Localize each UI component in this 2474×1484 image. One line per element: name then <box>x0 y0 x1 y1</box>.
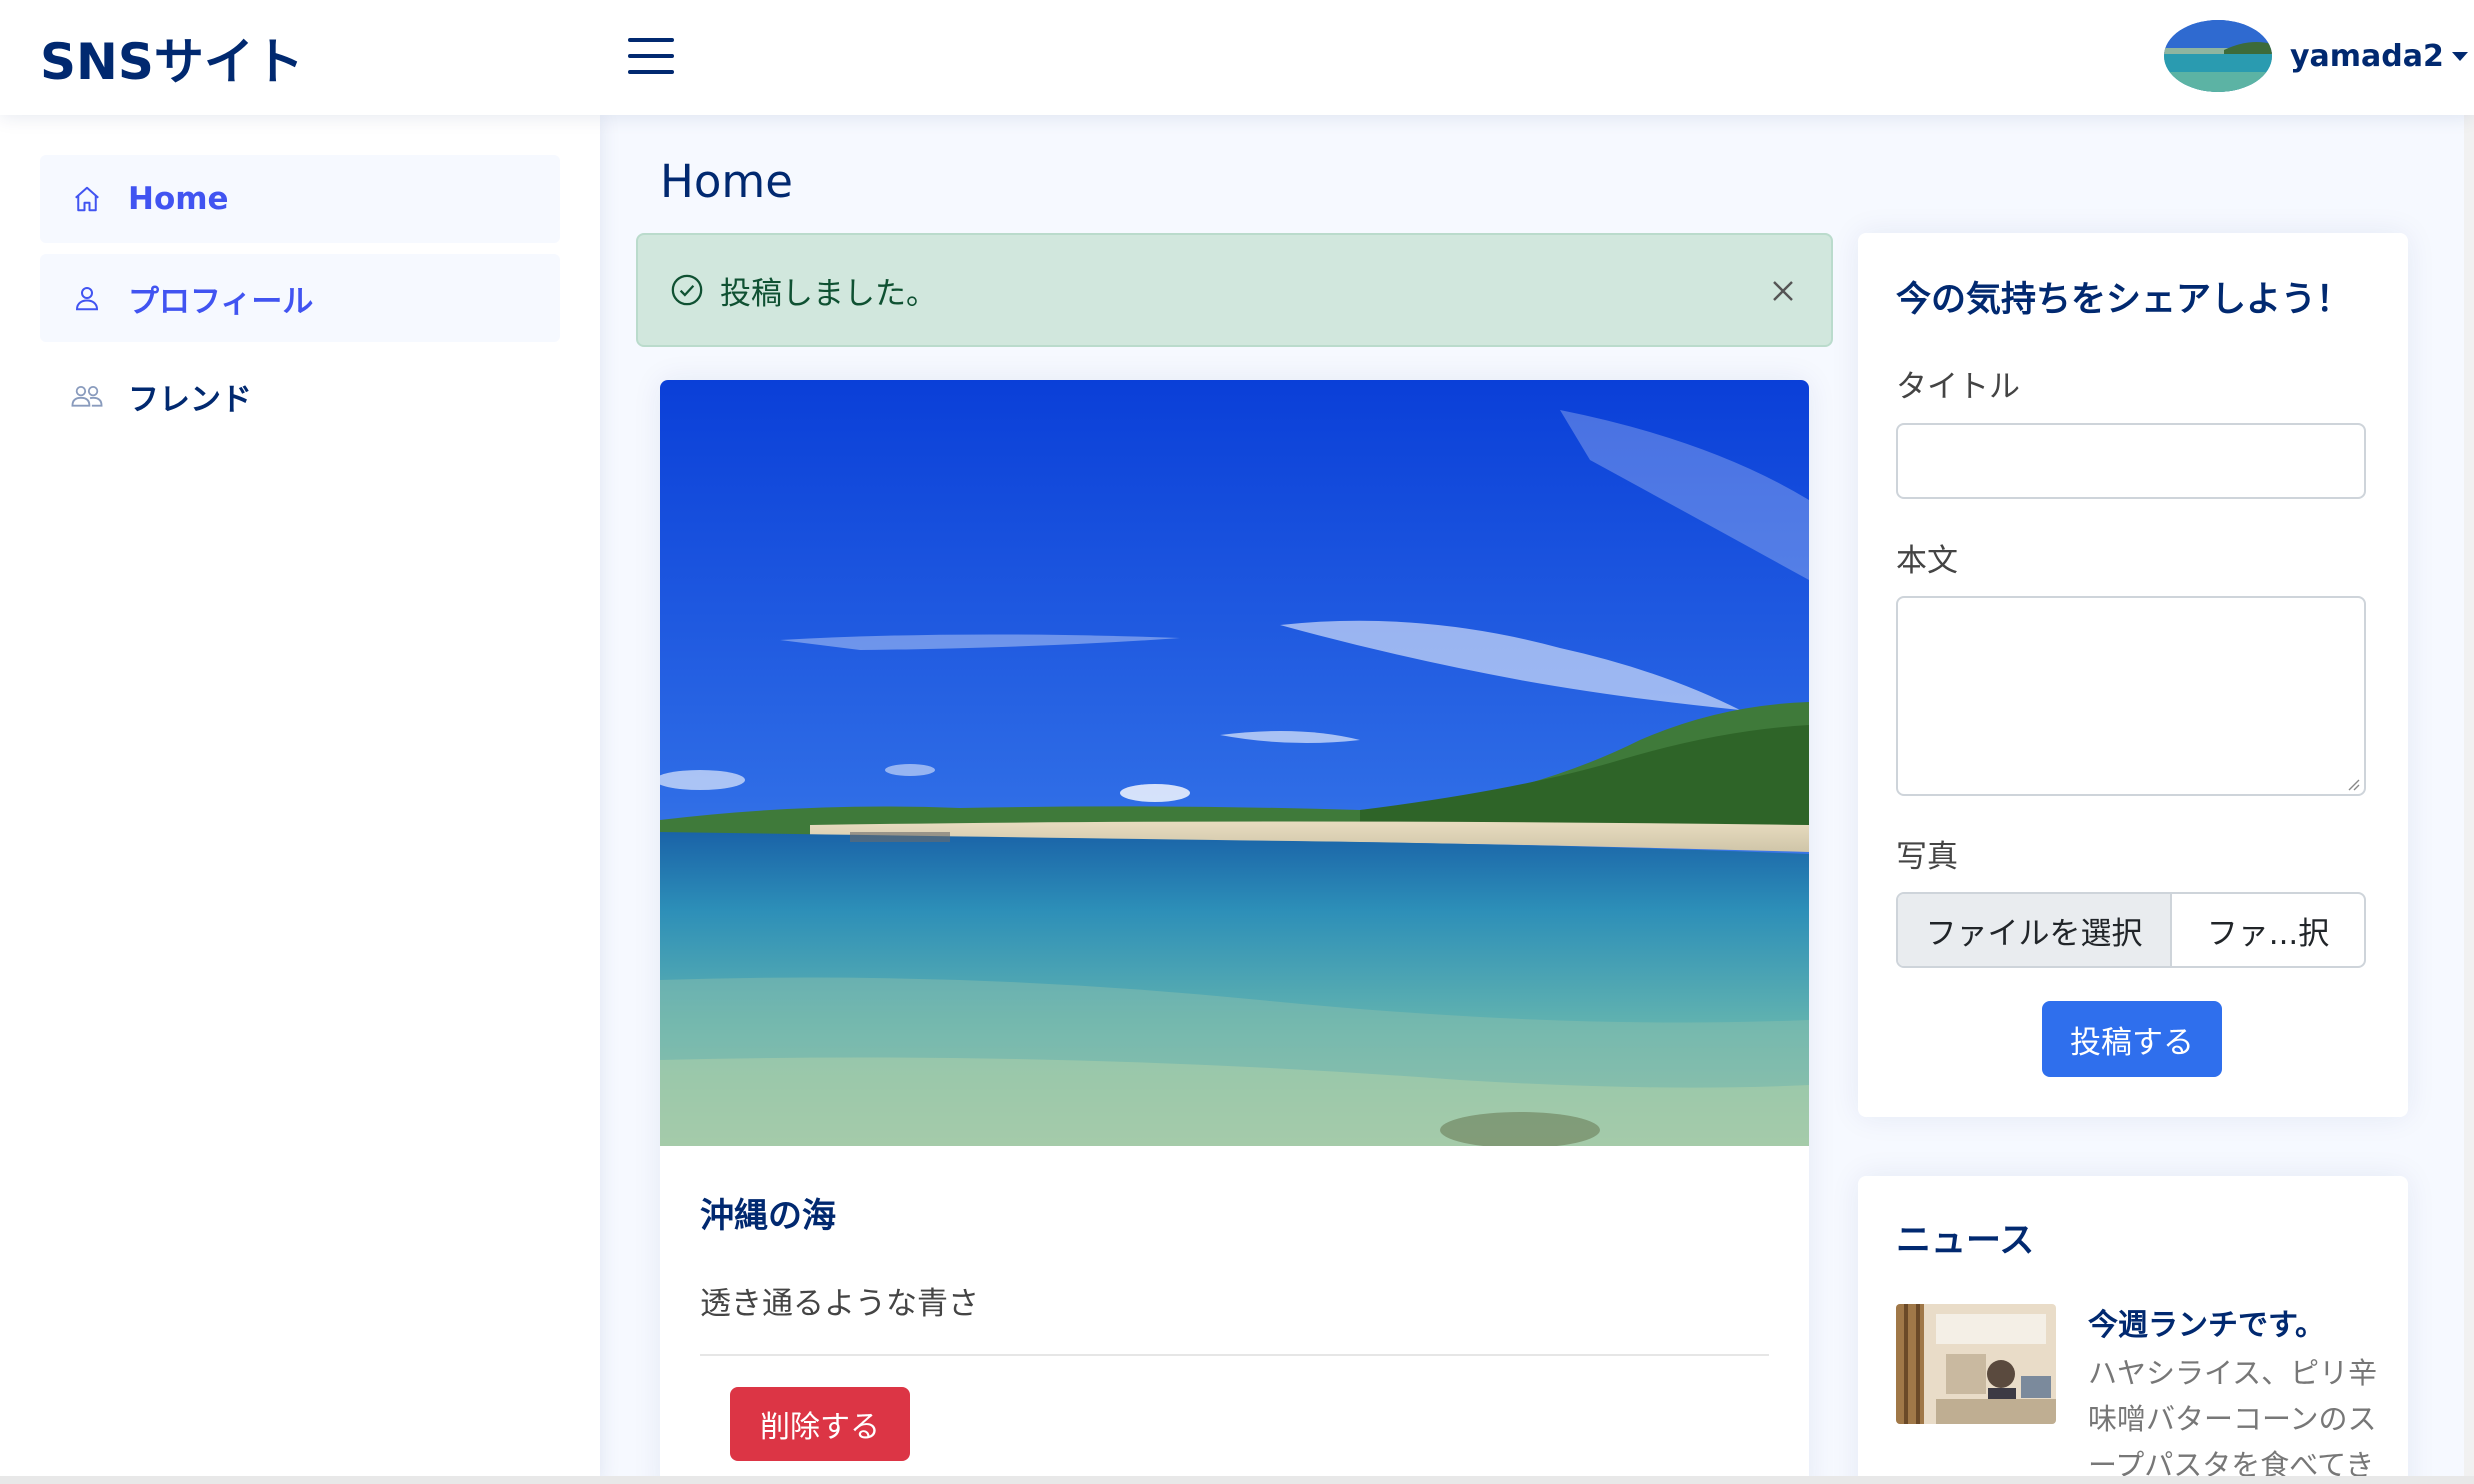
user-name[interactable]: yamada2 <box>2290 39 2444 74</box>
title-label: タイトル <box>1896 369 2020 405</box>
divider <box>700 1354 1769 1356</box>
sidebar: Home プロフィール フレンド <box>0 115 600 1484</box>
share-form-heading: 今の気持ちをシェアしよう！ <box>1896 280 2352 320</box>
bottom-edge <box>0 1476 2474 1484</box>
post-body: 透き通るような青さ <box>700 1286 979 1322</box>
body-label: 本文 <box>1896 543 1958 579</box>
page-title: Home <box>660 155 793 208</box>
post-card: 沖縄の海 透き通るような青さ 削除する <box>660 380 1809 1484</box>
news-heading: ニュース <box>1896 1221 2035 1261</box>
user-menu[interactable]: yamada2 <box>2164 20 2468 92</box>
success-alert: 投稿しました。 <box>636 233 1833 347</box>
alert-message: 投稿しました。 <box>720 275 937 312</box>
close-icon[interactable] <box>1765 273 1801 309</box>
news-item-text: ハヤシライス、ピリ辛味噌バターコーンのスープパスタを食べてき <box>2088 1356 2378 1482</box>
choose-file-button[interactable]: ファイルを選択 <box>1898 894 2172 966</box>
sidebar-item-profile[interactable]: プロフィール <box>40 254 560 342</box>
avatar[interactable] <box>2164 20 2272 92</box>
check-circle-icon <box>670 273 704 307</box>
photo-label: 写真 <box>1896 839 1958 875</box>
news-thumbnail[interactable] <box>1896 1304 2056 1424</box>
file-name-display: ファ...択 <box>2206 915 2330 952</box>
chevron-down-icon[interactable] <box>2451 51 2468 61</box>
site-logo[interactable]: SNSサイト <box>40 22 304 94</box>
title-input[interactable] <box>1896 423 2366 499</box>
person-icon <box>70 281 104 315</box>
news-card: ニュース 今週ランチです。 ハヤシライス、ピリ辛味噌バターコーンのスープパスタを… <box>1858 1176 2408 1484</box>
post-photo <box>660 380 1809 1148</box>
sidebar-item-friends[interactable]: フレンド <box>40 352 560 440</box>
submit-post-button[interactable]: 投稿する <box>2042 1001 2222 1077</box>
scrollbar[interactable] <box>2464 0 2474 1484</box>
news-item-title[interactable]: 今週ランチです。 <box>2088 1300 2325 1344</box>
photo-file-input[interactable]: ファイルを選択 ファ...択 <box>1896 892 2366 968</box>
house-icon <box>70 182 104 216</box>
delete-button[interactable]: 削除する <box>730 1387 910 1461</box>
sidebar-item-label: プロフィール <box>128 283 314 320</box>
sidebar-item-label: Home <box>128 181 229 217</box>
post-title: 沖縄の海 <box>700 1196 836 1236</box>
sidebar-item-home[interactable]: Home <box>40 155 560 243</box>
resize-handle-icon[interactable] <box>2346 776 2360 791</box>
sidebar-item-label: フレンド <box>128 381 252 418</box>
people-icon <box>70 379 104 413</box>
menu-toggle-icon[interactable] <box>628 36 674 76</box>
body-textarea[interactable] <box>1896 596 2366 796</box>
top-header: SNSサイト yamada2 <box>0 0 2474 115</box>
share-form-card: 今の気持ちをシェアしよう！ タイトル 本文 写真 ファイルを選択 ファ...択 … <box>1858 233 2408 1117</box>
